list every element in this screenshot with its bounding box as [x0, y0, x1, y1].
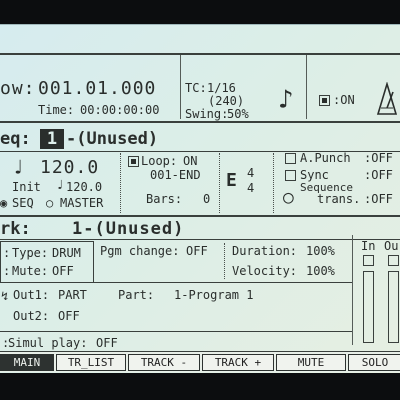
divider: [0, 239, 400, 240]
divider: [0, 121, 400, 123]
apunch-value[interactable]: :OFF: [364, 152, 393, 164]
in-level-meter: [363, 271, 374, 343]
seq-name[interactable]: -(Unused): [66, 131, 158, 148]
metronome-icon: [376, 82, 398, 115]
divider: [352, 235, 353, 345]
divider: [224, 243, 225, 279]
part-label: Part:: [118, 288, 155, 302]
note-icon: ♩: [12, 155, 25, 179]
simul-play-label: Simul play:: [8, 336, 88, 350]
swing-label: Swing:: [185, 107, 229, 121]
loop-checkbox[interactable]: [128, 156, 139, 167]
seqtrans-toggle[interactable]: ○: [283, 189, 294, 207]
divider: [0, 282, 352, 283]
seq-number-field[interactable]: 1: [40, 129, 64, 149]
tc-label: TC:: [185, 81, 207, 95]
note-icon: ♩: [56, 178, 64, 193]
track-next-button[interactable]: TRACK +: [202, 354, 274, 371]
click-checkbox[interactable]: [319, 95, 330, 106]
sync-label: Sync: [300, 168, 329, 182]
note-icon: ♪: [278, 85, 294, 115]
out1-value[interactable]: PART: [58, 289, 87, 301]
duration-label: Duration:: [232, 244, 298, 258]
loop-label: Loop:: [141, 154, 178, 168]
track-name[interactable]: 1-(Unused): [72, 221, 184, 238]
divider: [120, 153, 121, 213]
out-level-meter: [388, 271, 399, 343]
tempo-seq-label: SEQ: [12, 196, 34, 210]
seqtrans-value[interactable]: :OFF: [364, 193, 393, 205]
track-prev-button[interactable]: TRACK -: [128, 354, 200, 371]
out2-label: Out2:: [13, 309, 50, 323]
tc-sub: (240): [208, 94, 245, 108]
part-value[interactable]: 1-Program 1: [174, 289, 253, 301]
seq-label: eq:: [0, 129, 31, 149]
tc-value[interactable]: 1/16: [207, 82, 236, 94]
divider: [219, 153, 220, 213]
apunch-label: A.Punch: [300, 151, 351, 165]
divider: [273, 153, 274, 213]
out-label: Ou: [384, 239, 399, 253]
type-marker: :: [3, 246, 11, 260]
type-label: Type:: [12, 246, 49, 260]
divider: [0, 53, 400, 55]
simul-play-value[interactable]: OFF: [96, 337, 118, 349]
in-meter-indicator: [363, 255, 374, 266]
out2-value[interactable]: OFF: [58, 310, 80, 322]
bars-label: Bars:: [146, 192, 183, 206]
out1-label: Out1:: [13, 288, 50, 302]
now-label: ow:: [0, 78, 36, 99]
track-label: rk:: [0, 219, 31, 239]
mute-label: Mute:: [12, 264, 49, 278]
solo-button[interactable]: SOLO: [348, 354, 400, 371]
timesig-num[interactable]: 4: [247, 167, 254, 179]
lcd-screen: ow: 001.01.000 Time: 00:00:00:00 TC: 1/1…: [0, 24, 400, 373]
divider: [306, 55, 307, 119]
velocity-value[interactable]: 100%: [306, 265, 335, 277]
out-meter-indicator: [388, 255, 399, 266]
duration-value[interactable]: 100%: [306, 245, 335, 257]
tab-main[interactable]: MAIN: [0, 354, 54, 371]
plug-icon: ↯: [1, 289, 9, 303]
click-value[interactable]: :ON: [333, 94, 355, 106]
seqtrans-label-line2: trans.: [317, 192, 361, 206]
init-label: Init: [12, 180, 41, 194]
time-label: Time:: [38, 103, 75, 117]
type-value[interactable]: DRUM: [52, 247, 81, 259]
loop-range[interactable]: 001-END: [150, 169, 201, 181]
staff-icon: E: [226, 170, 237, 191]
pgm-change-value[interactable]: OFF: [186, 245, 208, 257]
velocity-label: Velocity:: [232, 264, 298, 278]
tempo-seq-radio[interactable]: ◉: [0, 197, 7, 209]
sync-value[interactable]: :OFF: [364, 169, 393, 181]
swing-value[interactable]: 50%: [227, 108, 249, 120]
in-label: In: [361, 239, 376, 253]
divider: [0, 331, 352, 332]
bars-value: 0: [203, 192, 211, 206]
mute-value[interactable]: OFF: [52, 265, 74, 277]
tempo-value[interactable]: 120.0: [40, 159, 99, 177]
init-value[interactable]: 120.0: [66, 181, 102, 193]
mute-button[interactable]: MUTE: [276, 354, 346, 371]
mute-marker: :: [3, 264, 11, 278]
now-value[interactable]: 001.01.000: [38, 80, 156, 98]
pgm-change-label: Pgm change:: [100, 244, 180, 258]
apunch-checkbox[interactable]: [285, 153, 296, 164]
tempo-master-radio[interactable]: ○: [46, 197, 53, 209]
loop-value[interactable]: ON: [183, 155, 197, 167]
time-value[interactable]: 00:00:00:00: [80, 104, 159, 116]
tempo-master-label: MASTER: [60, 196, 104, 210]
timesig-den[interactable]: 4: [247, 182, 254, 194]
tab-track-list[interactable]: TR_LIST: [56, 354, 126, 371]
divider: [180, 55, 181, 119]
sync-checkbox[interactable]: [285, 170, 296, 181]
divider: [0, 215, 400, 217]
